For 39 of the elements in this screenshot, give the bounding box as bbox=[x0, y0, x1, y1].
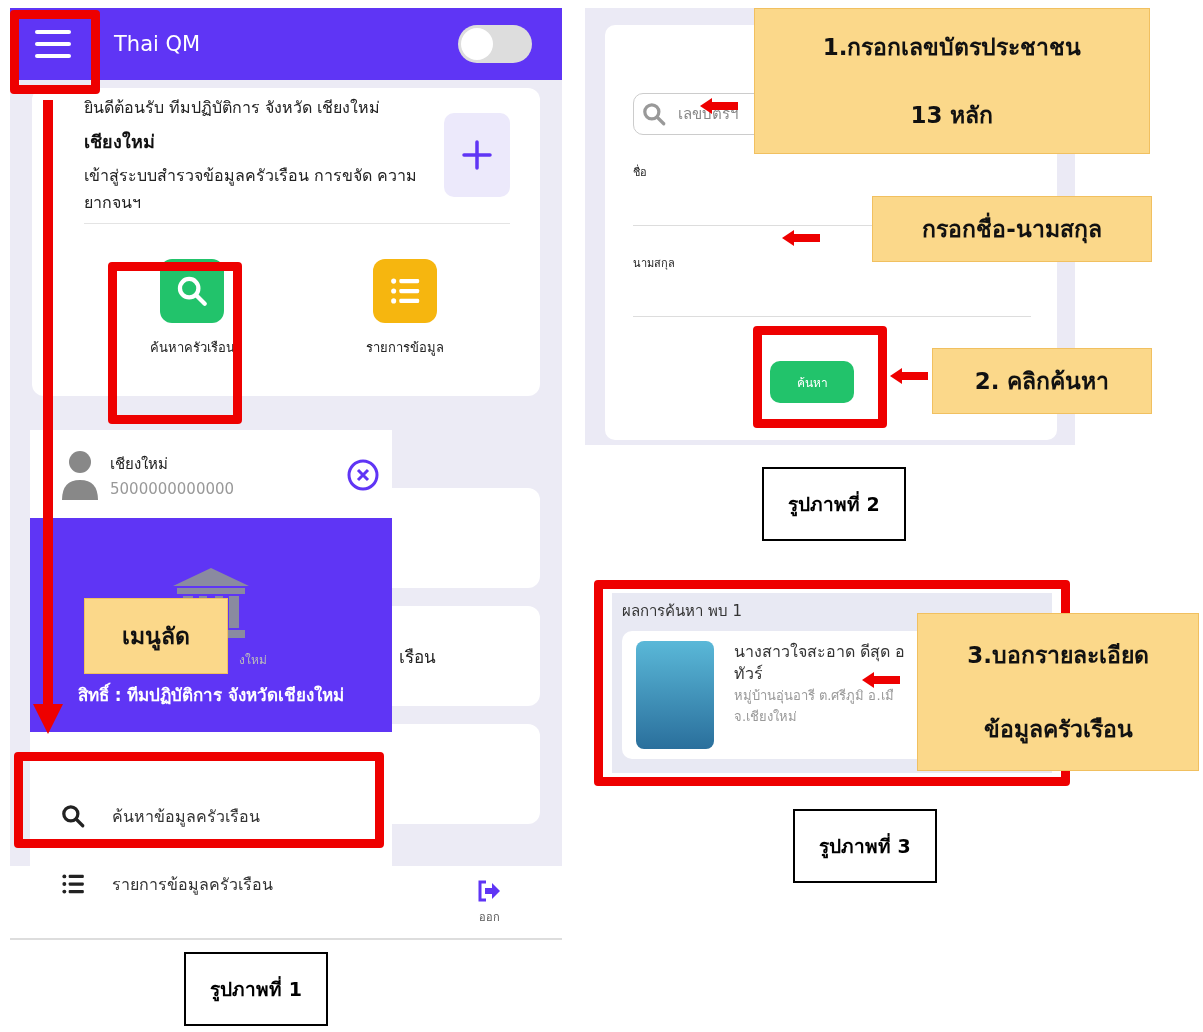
province-heading: เชียงใหม่ bbox=[84, 130, 156, 155]
exit-nav-item[interactable]: ออก bbox=[471, 866, 507, 938]
banner-text: งใหม่ bbox=[239, 652, 267, 669]
figure-caption: รูปภาพที่ 2 bbox=[762, 467, 906, 541]
resident-name: นางสาวใจสะอาด ดีสุด อ bbox=[734, 641, 906, 664]
shortcut-button[interactable]: ค้นหาครัวเรือน bbox=[143, 257, 241, 359]
person-icon bbox=[60, 450, 100, 500]
toggle-switch[interactable] bbox=[458, 25, 532, 63]
callout-text: 2. คลิกค้นหา bbox=[974, 367, 1110, 396]
first-name-label: ชื่อ bbox=[633, 163, 648, 181]
add-button[interactable] bbox=[444, 113, 510, 198]
address-text: จ.เชียงใหม่ bbox=[734, 707, 798, 726]
app-title: Thai QM bbox=[114, 32, 202, 56]
greeting-text: ยินดีต้อนรับ ทีมปฏิบัติการ จังหวัด เชียงใหม่ bbox=[84, 97, 382, 119]
user-name: เชียงใหม่ bbox=[110, 454, 169, 475]
search-icon bbox=[60, 803, 86, 829]
close-icon[interactable] bbox=[346, 458, 380, 492]
figure-caption: รูปภาพที่ 3 bbox=[793, 809, 937, 883]
menu-icon bbox=[35, 29, 71, 59]
plus-icon bbox=[462, 140, 492, 171]
role-text: สิทธิ์ : ทีมปฏิบัติการ จังหวัดเชียงใหม่ bbox=[77, 681, 345, 708]
callout-text: เมนูลัด bbox=[122, 622, 190, 653]
last-name-label: นามสกุล bbox=[633, 256, 676, 272]
pointer-arrow bbox=[890, 368, 928, 384]
pointer-arrow bbox=[862, 672, 900, 688]
user-id: 5000000000000 bbox=[110, 480, 236, 498]
description-text: เข้าสู่ระบบสำรวจข้อมูลครัวเรือน การขจัด ความยากจนฯ bbox=[84, 165, 419, 215]
shortcut-button[interactable]: รายการข้อมูล bbox=[360, 257, 451, 359]
address-text: หมู่บ้านอุ่นอารี ต.ศรีภูมิ อ.เมื bbox=[734, 686, 894, 706]
result-title: ผลการค้นหา พบ 1 bbox=[622, 602, 743, 620]
card-text: เรือน bbox=[399, 645, 436, 669]
callout-text: 1.กรอกเลขบัตรประชาชน bbox=[822, 33, 1082, 62]
figure-caption: รูปภาพที่ 1 bbox=[184, 952, 328, 1026]
pointer-arrow bbox=[782, 230, 820, 246]
search-icon bbox=[641, 101, 667, 127]
callout-text: กรอกชื่อ-นามสกุล bbox=[922, 211, 1102, 247]
logout-icon bbox=[477, 880, 501, 902]
callout-text: 13 หลัก bbox=[910, 101, 994, 130]
resident-name: ทัวร์ bbox=[734, 663, 763, 686]
